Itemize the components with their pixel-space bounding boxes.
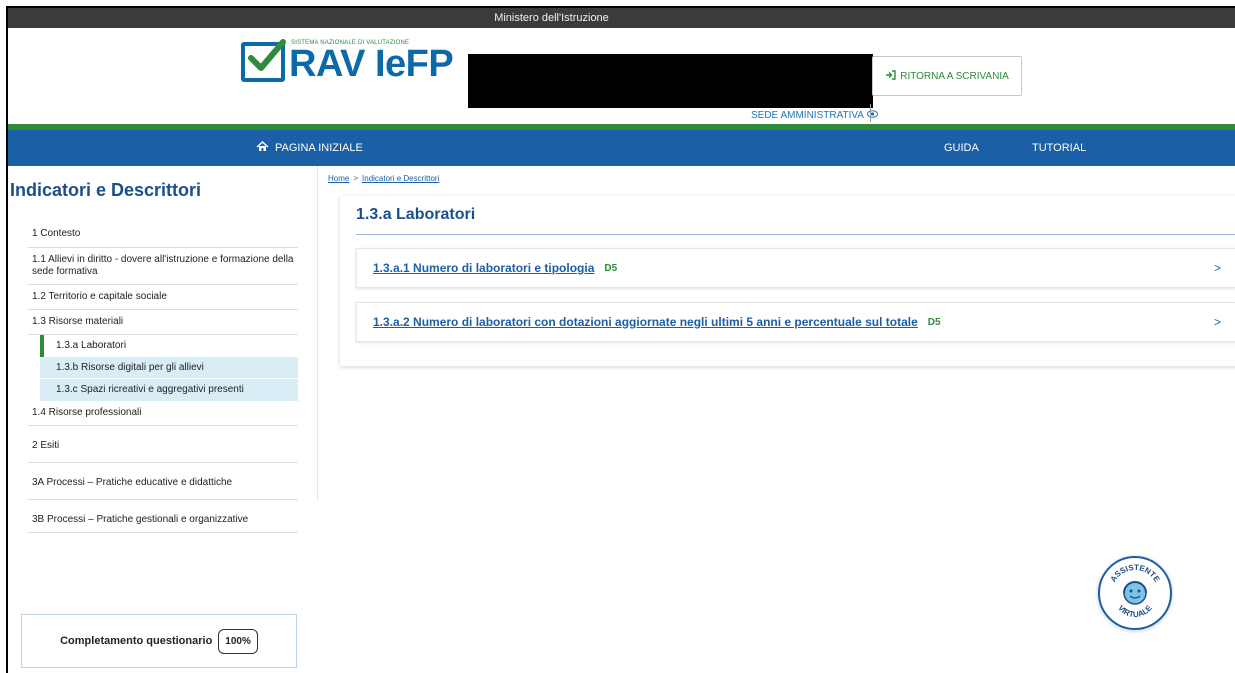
indicator-tag: D5 [604, 262, 618, 274]
nav-tutorial-link[interactable]: TUTORIAL [1032, 142, 1086, 154]
logo-title: RAV IeFP [289, 43, 454, 85]
sidebar: Indicatori e Descrittori 1 Contesto 1.1 … [8, 166, 318, 673]
checkmark-logo-icon [241, 39, 286, 82]
sidebar-menu: 1 Contesto 1.1 Allievi in diritto - dove… [28, 220, 298, 533]
ritorna-scrivania-button[interactable]: RITORNA A SCRIVANIA [872, 56, 1022, 96]
breadcrumb-home-link[interactable]: Home [328, 174, 349, 183]
completion-box: Completamento questionario 100% [21, 614, 297, 668]
nav-guida-link[interactable]: GUIDA [944, 142, 979, 154]
redacted-area [468, 54, 873, 108]
sidebar-item-risorse-professionali[interactable]: 1.4 Risorse professionali [28, 401, 298, 426]
assistant-top-text: ASSISTENTE [1109, 563, 1162, 584]
breadcrumb-current-link[interactable]: Indicatori e Descrittori [362, 174, 439, 183]
breadcrumb: Home > Indicatori e Descrittori [328, 174, 439, 183]
assistant-bottom-text: VIRTUALE [1116, 603, 1154, 619]
header-divider [870, 104, 871, 122]
indicator-tag: D5 [927, 316, 941, 328]
sidebar-item-esiti[interactable]: 2 Esiti [28, 426, 298, 463]
chevron-right-icon[interactable]: > [1214, 315, 1221, 329]
virtual-assistant-button[interactable]: ASSISTENTE VIRTUALE [1098, 556, 1172, 630]
eye-icon [866, 110, 878, 121]
svg-text:ASSISTENTE: ASSISTENTE [1109, 563, 1162, 584]
page-title: 1.3.a Laboratori [356, 206, 476, 223]
ministry-title: Ministero dell'Istruzione [494, 12, 609, 24]
sidebar-item-contesto[interactable]: 1 Contesto [28, 220, 298, 248]
login-arrow-icon [885, 69, 896, 83]
completion-badge: 100% [218, 628, 258, 654]
sidebar-subitem-laboratori[interactable]: 1.3.a Laboratori [40, 335, 298, 357]
sidebar-divider [317, 166, 318, 501]
sidebar-item-processi-educative[interactable]: 3A Processi – Pratiche educative e didat… [28, 463, 298, 500]
ritorna-label: RITORNA A SCRIVANIA [900, 70, 1009, 82]
sidebar-subitem-risorse-digitali-label: 1.3.b Risorse digitali per gli allievi [56, 362, 204, 373]
nav-home-link[interactable]: PAGINA INIZIALE [256, 140, 363, 155]
sidebar-item-risorse-materiali[interactable]: 1.3 Risorse materiali [28, 310, 298, 335]
sidebar-item-processi-gestionali[interactable]: 3B Processi – Pratiche gestionali e orga… [28, 500, 298, 533]
app-frame: Ministero dell'Istruzione SISTEMA NAZION… [6, 6, 1235, 673]
indicator-card[interactable]: 1.3.a.1 Numero di laboratori e tipologia… [356, 248, 1235, 288]
indicator-link[interactable]: 1.3.a.2 Numero di laboratori con dotazio… [373, 315, 918, 329]
nav-home-label: PAGINA INIZIALE [275, 142, 363, 154]
sede-amministrativa-link[interactable]: SEDE AMMINISTRATIVA [751, 110, 878, 121]
sidebar-subitem-spazi-ricreativi[interactable]: 1.3.c Spazi ricreativi e aggregativi pre… [40, 379, 298, 401]
main-navbar: PAGINA INIZIALE GUIDA TUTORIAL [8, 130, 1235, 166]
rav-logo[interactable]: SISTEMA NAZIONALE DI VALUTAZIONE RAV IeF… [241, 39, 454, 85]
completion-label: Completamento questionario [60, 635, 213, 647]
svg-text:VIRTUALE: VIRTUALE [1116, 603, 1154, 619]
virtual-assistant-icon: ASSISTENTE VIRTUALE [1109, 563, 1162, 619]
home-icon [256, 140, 269, 155]
sidebar-title: Indicatori e Descrittori [10, 180, 202, 200]
sidebar-subitem-laboratori-label: 1.3.a Laboratori [56, 340, 127, 351]
sidebar-subitem-spazi-ricreativi-label: 1.3.c Spazi ricreativi e aggregativi pre… [56, 384, 244, 395]
indicator-card[interactable]: 1.3.a.2 Numero di laboratori con dotazio… [356, 302, 1235, 342]
sidebar-item-territorio[interactable]: 1.2 Territorio e capitale sociale [28, 285, 298, 310]
content-panel: 1.3.a Laboratori 1.3.a.1 Numero di labor… [340, 196, 1235, 366]
sede-label: SEDE AMMINISTRATIVA [751, 110, 864, 121]
breadcrumb-separator: > [353, 174, 359, 183]
ministry-topbar: Ministero dell'Istruzione [8, 8, 1235, 28]
indicator-link[interactable]: 1.3.a.1 Numero di laboratori e tipologia [373, 261, 594, 275]
site-header: SISTEMA NAZIONALE DI VALUTAZIONE RAV IeF… [8, 28, 1235, 124]
sidebar-subitem-risorse-digitali[interactable]: 1.3.b Risorse digitali per gli allievi [40, 357, 298, 379]
title-underline [356, 234, 1235, 235]
sidebar-item-allievi[interactable]: 1.1 Allievi in diritto - dovere all'istr… [28, 248, 298, 285]
chevron-right-icon[interactable]: > [1214, 261, 1221, 275]
